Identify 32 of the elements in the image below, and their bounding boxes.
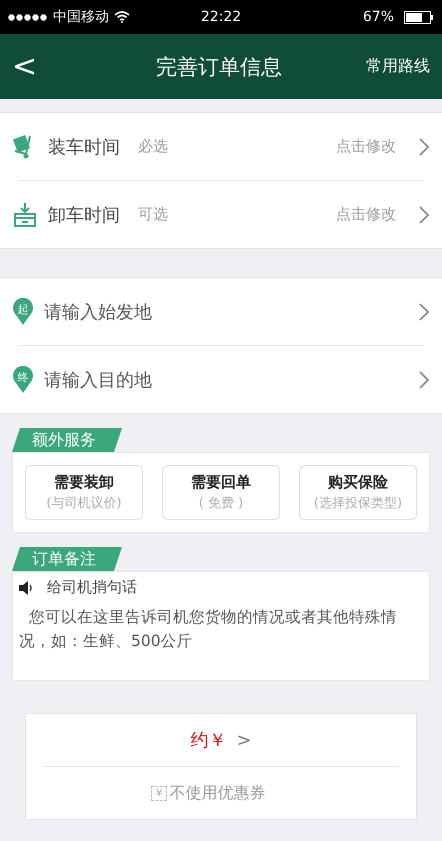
row-hint: 必选	[138, 137, 169, 156]
row-hint: 可选	[138, 205, 169, 224]
wifi-icon	[114, 11, 130, 23]
battery-icon	[404, 10, 434, 24]
section-tag: 额外服务	[12, 428, 122, 452]
row-label: 卸车时间	[48, 204, 120, 226]
section-tag: 订单备注	[12, 547, 122, 571]
notes-field[interactable]: 您可以在这里告诉司机您货物的情况或者其他特殊情况，如：生鲜、500公斤	[12, 597, 430, 681]
chevron-right-icon	[418, 370, 430, 390]
box-download-icon	[12, 202, 38, 228]
chevron-right-icon	[418, 204, 430, 224]
price-estimate: 约￥	[190, 729, 226, 752]
price-detail-button[interactable]: >	[236, 730, 252, 750]
frequent-routes-button[interactable]: 常用路线	[366, 56, 430, 77]
map-pin-icon: 起	[12, 298, 34, 326]
chevron-right-icon	[418, 302, 430, 322]
page-title: 完善订单信息	[155, 54, 283, 80]
address-field[interactable]: 请输入目的地	[44, 368, 408, 392]
service-option[interactable]: 购买保险 (选择投保类型)	[299, 465, 417, 520]
notes-label: 给司机捎句话	[47, 578, 137, 597]
battery-percent: 67%	[362, 9, 394, 25]
coupon-icon: ¥	[151, 786, 168, 800]
clock-time: 22:22	[200, 9, 242, 25]
service-option[interactable]: 需要回单 ( 免费 )	[162, 465, 280, 520]
signal-icon	[8, 14, 48, 20]
chevron-right-icon	[418, 136, 430, 156]
carrier-name: 中国移动	[53, 8, 109, 26]
service-option[interactable]: 需要装卸 (与司机议价)	[25, 465, 143, 520]
address-field[interactable]: 请输入始发地	[44, 300, 408, 324]
back-button[interactable]: <	[12, 49, 72, 84]
map-pin-icon: 终	[12, 366, 34, 394]
row-label: 装车时间	[48, 136, 120, 158]
